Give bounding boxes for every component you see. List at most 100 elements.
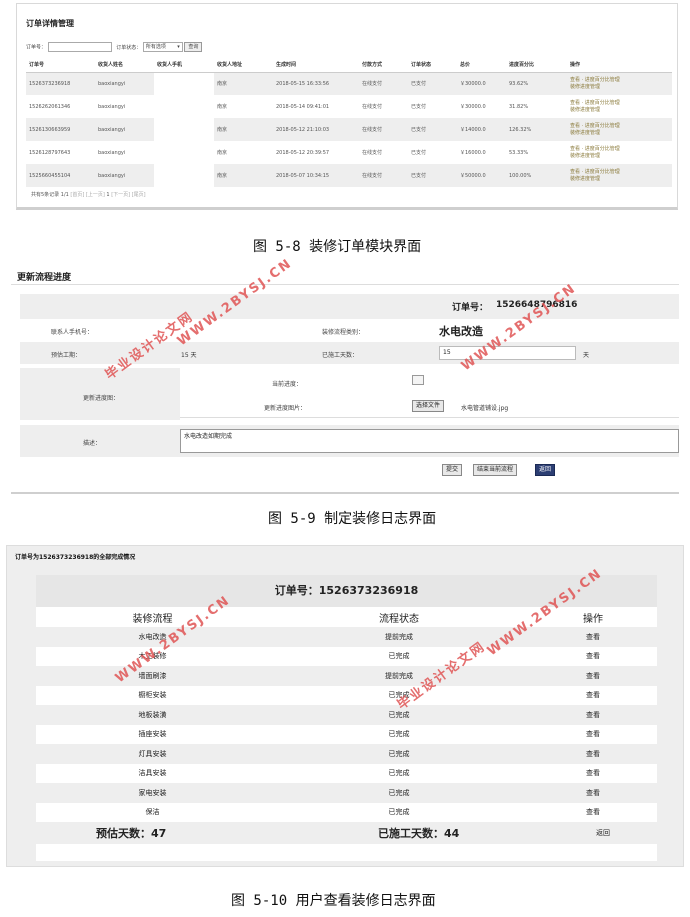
file-name: 水电管道铺设.jpg — [461, 405, 509, 412]
figure-caption-1: 图 5-8 装修订单模块界面 — [253, 239, 422, 255]
order-table: 订单号 收货人姓名 收货人手机 收货人地址 生成时间 付款方式 订单状态 总价 进度百分比 操作 … — [26, 58, 672, 187]
description-textarea[interactable]: 水电改造如期完成 — [180, 429, 679, 453]
cell-phone — [154, 141, 214, 164]
view-link[interactable]: 查看 — [529, 783, 657, 803]
cell-total: ￥30000.0 — [460, 104, 486, 110]
finish-step-button[interactable]: 结束当前流程 — [473, 464, 518, 476]
view-progress-link[interactable]: 查看 · 进度百分比管理 — [570, 169, 672, 176]
process-status: 提前完成 — [269, 666, 529, 686]
view-link[interactable]: 查看 — [529, 764, 657, 784]
table-row: 1526130663959 baoxiangyi 南京 2018-05-12 21:1… — [26, 118, 672, 141]
cell-id: 1526373236918 — [26, 72, 95, 95]
pager-first[interactable]: [首页] — [70, 192, 84, 198]
view-progress-link[interactable]: 查看 · 进度百分比管理 — [570, 77, 672, 84]
cell-status: 已支付 — [408, 118, 457, 141]
table-row: 1526373236918 baoxiangyi 南京 2018-05-15 16:3… — [26, 72, 672, 95]
figure-caption-3: 图 5-10 用户查看装修日志界面 — [231, 893, 436, 909]
column-header: 装修流程 — [132, 613, 173, 625]
chevron-down-icon: ▾ — [177, 44, 180, 50]
completion-panel: 订单号：1526373236918 装修流程 流程状态 操作 水电改造 提前完成 查看木… — [36, 575, 657, 861]
back-button[interactable]: 返回 — [535, 464, 556, 476]
pager-last[interactable]: [尾页] — [132, 192, 146, 198]
cell-addr: 南京 — [217, 150, 228, 156]
view-progress-link[interactable]: 查看 · 进度百分比管理 — [570, 146, 672, 153]
order-number-row: 订单号： 1526648796816 — [20, 294, 679, 319]
cell-pay: 在线支付 — [359, 164, 408, 187]
column-header: 进度百分比 — [506, 58, 567, 73]
decoration-progress-link[interactable]: 装修进度管理 — [570, 153, 672, 160]
current-progress-label: 当前进度： — [272, 381, 303, 388]
choose-file-button[interactable]: 选择文件 — [412, 400, 445, 412]
process-step: 插座安装 — [138, 730, 167, 739]
column-header: 收货人手机 — [154, 58, 214, 73]
process-step: 橱柜安装 — [138, 691, 167, 700]
view-link[interactable]: 查看 — [529, 744, 657, 764]
worked-days: 已施工天数：44 — [378, 827, 460, 840]
decoration-progress-link[interactable]: 装修进度管理 — [570, 107, 672, 114]
view-link[interactable]: 查看 — [529, 666, 657, 686]
cell-time: 2018-05-07 10:34:15 — [273, 164, 359, 187]
process-step: 家电安装 — [36, 783, 269, 803]
broken-image-icon — [412, 375, 424, 385]
pager-current: 1 — [106, 192, 110, 198]
decoration-progress-link[interactable]: 装修进度管理 — [570, 130, 672, 137]
table-row: 灯具安装 已完成 查看 — [36, 744, 657, 764]
decoration-progress-link[interactable]: 装修进度管理 — [570, 84, 672, 91]
description-label: 描述： — [83, 440, 102, 447]
order-number-label: 订单号： — [26, 44, 47, 51]
cell-total: ￥16000.0 — [460, 150, 486, 156]
view-progress-link[interactable]: 查看 · 进度百分比管理 — [570, 123, 672, 130]
cell-phone — [154, 95, 214, 118]
decoration-progress-link[interactable]: 装修进度管理 — [570, 176, 672, 183]
pager-next[interactable]: [下一页] — [111, 192, 130, 198]
summary-row: 预估天数：47 已施工天数：44 返回 — [36, 822, 657, 844]
cell-addr: 南京 — [214, 164, 273, 187]
query-button[interactable]: 查询 — [184, 42, 203, 52]
cell-progress: 31.82% — [509, 103, 529, 110]
order-number-input[interactable] — [47, 42, 112, 52]
table-row: 保洁 已完成 查看 — [36, 803, 657, 823]
worked-days-input[interactable]: 15 — [439, 346, 576, 360]
order-status-select[interactable]: 所有选项 ▾ — [142, 42, 183, 52]
cell-ops: 查看 · 进度百分比管理 装修进度管理 — [567, 95, 672, 118]
category-label: 装修流程类别： — [322, 329, 365, 336]
process-step: 墙面刷漆 — [36, 666, 269, 686]
process-step: 保洁 — [145, 808, 160, 817]
cell-id: 1526262061346 — [29, 103, 71, 110]
submit-button[interactable]: 提交 — [442, 464, 463, 476]
table-row: 1525660455104 baoxiangyi 南京 2018-05-07 10:3… — [26, 164, 672, 187]
worked-days-unit: 天 — [583, 352, 590, 359]
view-link[interactable]: 查看 — [529, 627, 657, 647]
process-step: 洁具安装 — [138, 769, 167, 778]
column-header: 收货人地址 — [214, 58, 273, 73]
cell-name: baoxiangyi — [95, 164, 154, 187]
order-status-label: 订单状态： — [116, 44, 142, 51]
cell-status: 已支付 — [411, 104, 427, 110]
process-status: 已完成 — [269, 744, 529, 764]
view-link[interactable]: 查看 — [529, 725, 657, 745]
cell-progress: 126.32% — [506, 118, 567, 141]
table-row: 地板装潢 已完成 查看 — [36, 705, 657, 725]
pagination: 共有5条记录 1/1 [首页] [上一页] 1 [下一页] [尾页] — [31, 191, 146, 198]
view-link[interactable]: 查看 — [529, 803, 657, 823]
page-title: 更新流程进度 — [17, 273, 72, 283]
cell-ops: 查看 · 进度百分比管理 装修进度管理 — [567, 141, 672, 164]
cell-phone — [154, 118, 214, 141]
worked-days-label: 已施工天数： — [322, 352, 359, 359]
page-title: 订单号为1526373236918的全部完成情况 — [15, 554, 136, 561]
process-table: 装修流程 流程状态 操作 水电改造 提前完成 查看 木工装修 已完成 查看 墙面刷漆 提前完成 查看… — [36, 607, 657, 822]
back-link[interactable]: 返回 — [596, 828, 610, 838]
table-row: 洁具安装 已完成 查看 — [36, 764, 657, 784]
view-link[interactable]: 查看 — [529, 647, 657, 667]
pager-prev[interactable]: [上一页] — [86, 192, 105, 198]
view-progress-link[interactable]: 查看 · 进度百分比管理 — [570, 100, 672, 107]
cell-name: baoxiangyi — [95, 118, 154, 141]
order-number-label: 订单号： — [452, 303, 489, 313]
estimated-days-label: 预估工期： — [51, 352, 82, 359]
table-row: 家电安装 已完成 查看 — [36, 783, 657, 803]
view-link[interactable]: 查看 — [529, 705, 657, 725]
view-link[interactable]: 查看 — [529, 686, 657, 706]
cell-phone — [154, 164, 214, 187]
cell-status: 已支付 — [408, 72, 457, 95]
cell-progress: 100.00% — [506, 164, 567, 187]
